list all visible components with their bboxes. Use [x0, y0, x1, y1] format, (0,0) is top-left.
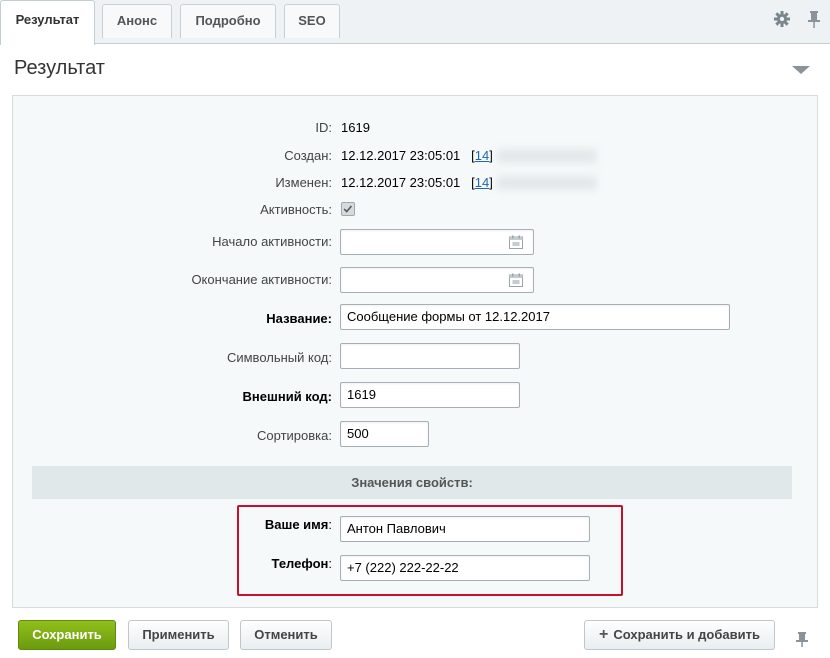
pin-icon[interactable]	[803, 8, 825, 30]
plus-icon: +	[599, 626, 609, 643]
code-label: Символьный код:	[226, 350, 332, 365]
modified-user-blurred	[497, 176, 597, 190]
modified-label: Изменен:	[275, 175, 332, 190]
tab-result[interactable]: Результат	[0, 0, 95, 45]
sort-input[interactable]: 500	[340, 421, 429, 447]
created-bracket-close: ]	[489, 148, 493, 163]
gear-icon[interactable]	[771, 8, 793, 30]
created-user-link[interactable]: 14	[475, 148, 489, 163]
section-title: Результат	[14, 57, 105, 79]
tab-bar: Результат Анонс Подробно SEO	[0, 0, 830, 45]
active-checkbox[interactable]	[341, 202, 355, 216]
active-from-input[interactable]	[340, 229, 534, 255]
created-row: 12.12.2017 23:05:01 [14]	[341, 148, 493, 163]
code-input[interactable]	[340, 343, 520, 369]
id-value: 1619	[341, 120, 370, 135]
sort-label: Сортировка:	[257, 428, 332, 443]
highlight-frame	[237, 505, 623, 596]
created-value: 12.12.2017 23:05:01	[341, 148, 461, 163]
save-and-add-label: Сохранить и добавить	[613, 627, 760, 642]
tab-seo[interactable]: SEO	[284, 4, 340, 38]
modified-user-link[interactable]: 14	[475, 175, 489, 190]
cancel-button[interactable]: Отменить	[240, 620, 332, 650]
modified-value: 12.12.2017 23:05:01	[341, 175, 461, 190]
save-and-add-button[interactable]: + Сохранить и добавить	[584, 620, 775, 650]
name-input[interactable]: Сообщение формы от 12.12.2017	[340, 304, 730, 330]
checkmark-icon	[343, 205, 353, 213]
name-label: Название:	[266, 311, 332, 326]
calendar-icon[interactable]	[509, 273, 523, 287]
xml-id-label: Внешний код:	[242, 389, 332, 404]
active-to-input[interactable]	[340, 267, 534, 293]
active-label: Активность:	[260, 202, 332, 217]
tab-announce[interactable]: Анонс	[102, 4, 172, 38]
modified-bracket-close: ]	[489, 175, 493, 190]
save-button[interactable]: Сохранить	[18, 620, 116, 650]
calendar-icon[interactable]	[509, 235, 523, 249]
active-to-label: Окончание активности:	[191, 272, 332, 287]
modified-row: 12.12.2017 23:05:01 [14]	[341, 175, 493, 190]
collapse-arrow-icon[interactable]	[792, 66, 810, 74]
pin-icon[interactable]	[793, 630, 811, 648]
created-label: Создан:	[284, 148, 332, 163]
xml-id-input[interactable]: 1619	[340, 382, 520, 408]
properties-header: Значения свойств:	[32, 466, 792, 499]
created-user-blurred	[497, 149, 597, 163]
apply-button[interactable]: Применить	[128, 620, 229, 650]
tab-details[interactable]: Подробно	[180, 4, 276, 38]
active-from-label: Начало активности:	[212, 234, 332, 249]
id-label: ID:	[315, 120, 332, 135]
